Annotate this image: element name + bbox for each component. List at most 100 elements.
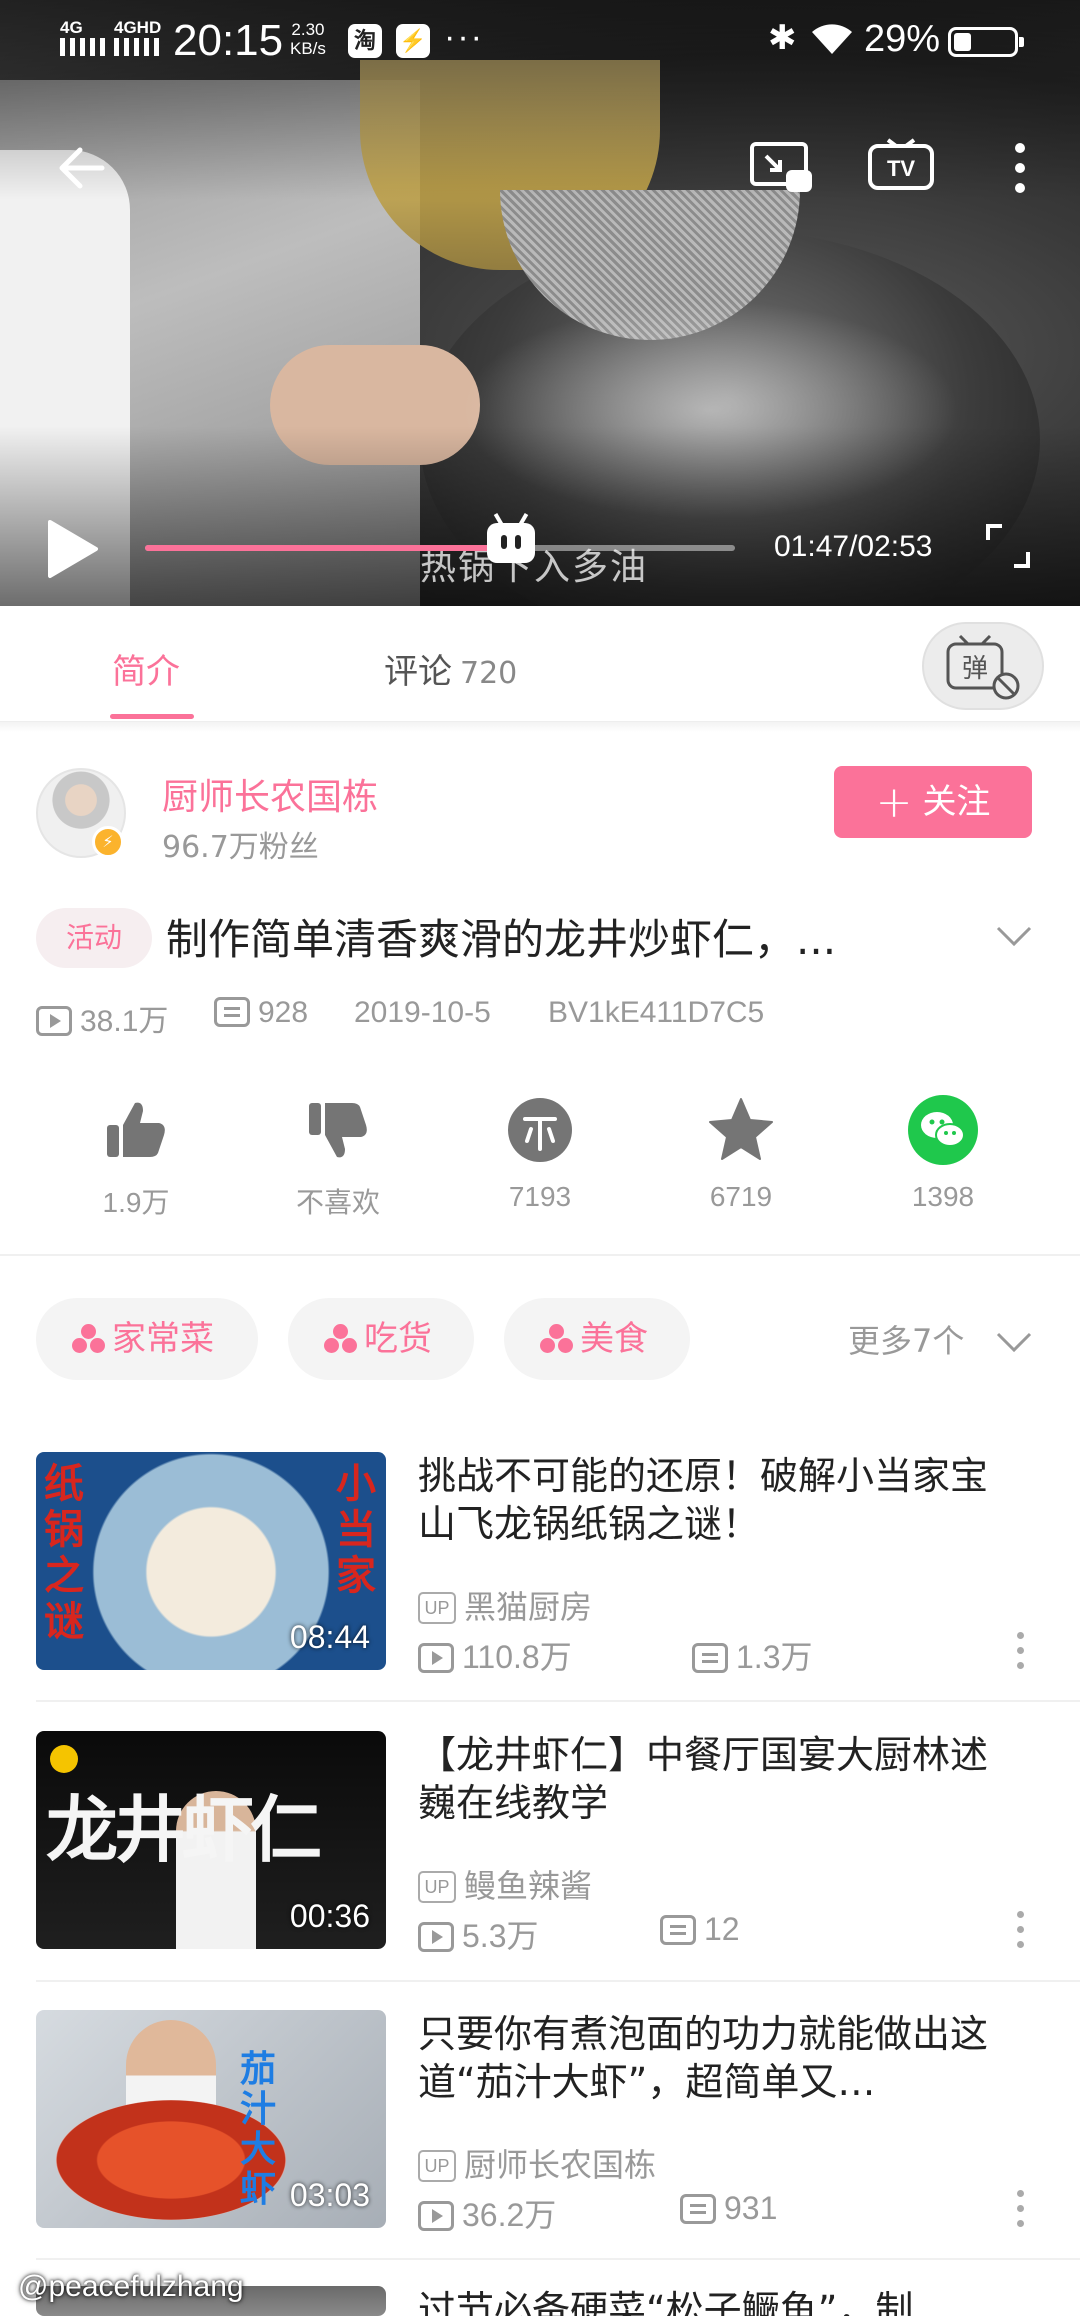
network-indicator-2: 4GHD — [114, 18, 162, 37]
publish-date: 2019-10-5 — [354, 996, 491, 1029]
tv-cast-icon[interactable]: TV — [866, 138, 936, 198]
up-badge: UP — [418, 2150, 456, 2182]
uploader-name: UP 鳗鱼辣酱 — [418, 1861, 592, 1907]
share-wechat-button[interactable]: 1398 — [868, 1095, 1018, 1213]
video-title: 【龙井虾仁】中餐厅国宴大厨林述巍在线教学 — [418, 1733, 989, 1825]
dislike-button[interactable]: 不喜欢 — [263, 1095, 413, 1221]
video-title: 制作简单清香爽滑的龙井炒虾仁，... — [166, 915, 837, 964]
list-item[interactable]: 纸 锅 之 谜 小 当 家 08:44 挑战不可能的还原！破解小当家宝山飞龙锅纸… — [0, 1452, 1080, 1732]
play-count-icon — [418, 1643, 454, 1673]
video-thumbnail[interactable]: 纸 锅 之 谜 小 当 家 08:44 — [36, 1452, 386, 1670]
danmaku-count-icon — [214, 997, 250, 1027]
list-item[interactable]: 龙井虾仁 00:36 【龙井虾仁】中餐厅国宴大厨林述巍在线教学 UP 鳗鱼辣酱 5… — [0, 1731, 1080, 2011]
svg-text:弹: 弹 — [962, 654, 988, 684]
star-icon — [709, 1098, 773, 1160]
view-count: 36.2万 — [418, 2190, 556, 2236]
mango-logo-icon — [50, 1745, 78, 1773]
tab-comments[interactable]: 评论 720 — [384, 644, 517, 693]
coin-icon — [508, 1098, 572, 1162]
progress-bar[interactable] — [145, 512, 735, 563]
favorite-button[interactable]: 6719 — [666, 1095, 816, 1213]
battery-percent: 29% — [864, 18, 941, 60]
play-count-icon — [36, 1006, 72, 1036]
video-duration: 00:36 — [289, 1898, 370, 1934]
verified-lightning-icon: ⚡ — [92, 826, 124, 858]
more-notifications-icon: ··· — [444, 18, 484, 56]
video-duration: 03:03 — [289, 2177, 370, 2213]
more-vertical-icon[interactable] — [1010, 1632, 1030, 1676]
playback-time: 01:47/02:53 — [774, 530, 933, 563]
picture-in-picture-icon[interactable] — [748, 138, 814, 198]
progress-fill — [145, 545, 511, 551]
signal-icon — [60, 38, 108, 56]
bluetooth-icon: ✱ — [768, 19, 797, 57]
play-icon[interactable] — [44, 518, 100, 580]
activity-badge[interactable]: 活动 — [36, 908, 152, 968]
progress-thumb-tv-icon[interactable] — [486, 512, 535, 563]
uploader-name: UP 厨师长农国栋 — [418, 2140, 656, 2186]
tag-icon — [540, 1324, 574, 1354]
signal-icon-2 — [114, 38, 162, 56]
more-vertical-icon[interactable] — [1010, 2190, 1030, 2234]
taobao-notification-icon: 淘 — [348, 24, 382, 58]
comment-count: 720 — [460, 656, 518, 691]
uploader-name: UP 黑猫厨房 — [418, 1582, 592, 1628]
wechat-icon — [908, 1095, 978, 1165]
view-count: 38.1万 — [36, 996, 168, 1040]
up-badge: UP — [418, 1592, 456, 1624]
danmaku-count: 928 — [214, 996, 308, 1030]
tab-intro[interactable]: 简介 — [112, 644, 180, 693]
action-row: 1.9万 不喜欢 7193 6719 1398 — [0, 1095, 1080, 1235]
up-badge: UP — [418, 1871, 456, 1903]
tag-chip[interactable]: 家常菜 — [36, 1298, 258, 1380]
fullscreen-icon[interactable] — [984, 522, 1032, 570]
uploader-name[interactable]: 厨师长农国栋 — [162, 768, 378, 820]
danmaku-count-icon — [680, 2194, 716, 2224]
video-thumbnail[interactable]: 茄 汁 大 虾 03:03 — [36, 2010, 386, 2228]
follow-button[interactable]: + 关注 — [834, 766, 1032, 838]
video-thumbnail[interactable]: 龙井虾仁 00:36 — [36, 1731, 386, 1949]
svg-text:TV: TV — [887, 156, 915, 181]
danmaku-count-icon — [692, 1643, 728, 1673]
tag-chip[interactable]: 吃货 — [288, 1298, 474, 1380]
video-duration: 08:44 — [289, 1619, 370, 1655]
chevron-down-icon[interactable] — [994, 920, 1034, 950]
danmaku-count: 931 — [680, 2190, 777, 2227]
more-vertical-icon[interactable] — [1010, 1911, 1030, 1955]
thumbs-down-icon — [309, 1103, 367, 1158]
tag-chip[interactable]: 美食 — [504, 1298, 690, 1380]
thumbs-up-icon — [107, 1102, 165, 1157]
chevron-down-icon[interactable] — [994, 1326, 1034, 1356]
tag-icon — [324, 1324, 358, 1354]
wifi-icon — [812, 24, 852, 54]
active-tab-indicator — [110, 714, 194, 719]
video-player[interactable]: 4G 4GHD 20:15 2.30 KB/s 淘 ⚡ ··· ✱ 29% TV… — [0, 0, 1080, 606]
danmaku-count: 1.3万 — [692, 1632, 813, 1678]
plus-icon: + — [875, 777, 913, 828]
net-speed: 2.30 KB/s — [290, 20, 326, 58]
watermark: @peacefulzhang — [18, 2270, 244, 2303]
like-button[interactable]: 1.9万 — [61, 1095, 211, 1221]
tab-bar: 简介 评论 720 — [0, 606, 1080, 722]
play-count-icon — [418, 2201, 454, 2231]
coin-button[interactable]: 7193 — [465, 1095, 615, 1213]
more-tags-button[interactable]: 更多7个 — [848, 1316, 964, 1362]
list-item[interactable]: 茄 汁 大 虾 03:03 只要你有煮泡面的功力就能做出这道“茄汁大虾”，超简单… — [0, 2010, 1080, 2290]
play-count-icon — [418, 1922, 454, 1952]
flash-notification-icon: ⚡ — [396, 24, 430, 58]
danmaku-off-icon: 弹 — [946, 634, 1020, 700]
danmaku-count-icon — [660, 1915, 696, 1945]
view-count: 5.3万 — [418, 1911, 539, 1957]
video-title: 挑战不可能的还原！破解小当家宝山飞龙锅纸锅之谜！ — [418, 1454, 989, 1546]
video-title: 过节必备硬菜“松子鳜鱼”，制 — [418, 2288, 914, 2316]
network-indicator-1: 4G — [60, 18, 83, 37]
back-arrow-icon[interactable] — [52, 138, 112, 198]
clock: 20:15 — [173, 16, 284, 65]
more-vertical-icon[interactable] — [1002, 138, 1038, 198]
view-count: 110.8万 — [418, 1632, 572, 1678]
danmaku-count: 12 — [660, 1911, 740, 1948]
danmaku-toggle[interactable]: 弹 — [922, 622, 1044, 710]
bv-id: BV1kE411D7C5 — [548, 996, 765, 1029]
battery-icon — [948, 27, 1024, 57]
uploader-fans: 96.7万粉丝 — [162, 830, 319, 865]
